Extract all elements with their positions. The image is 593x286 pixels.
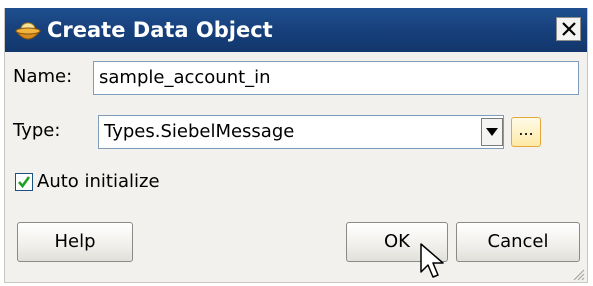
close-icon	[562, 22, 576, 36]
browse-button[interactable]: ...	[511, 117, 541, 147]
type-label: Type:	[13, 120, 61, 141]
create-data-object-dialog: Create Data Object Name: sample_account_…	[4, 8, 588, 283]
type-select[interactable]: Types.SiebelMessage	[98, 115, 504, 149]
dialog-titlebar[interactable]: Create Data Object	[5, 8, 587, 52]
auto-initialize-checkbox[interactable]	[15, 173, 33, 191]
name-label: Name:	[13, 66, 73, 87]
bowl-icon	[13, 17, 43, 43]
help-button[interactable]: Help	[17, 222, 133, 262]
auto-initialize-label: Auto initialize	[37, 171, 160, 192]
chevron-down-icon	[486, 128, 498, 136]
name-input[interactable]: sample_account_in	[93, 61, 579, 95]
dialog-title: Create Data Object	[47, 18, 273, 42]
checkmark-icon	[18, 176, 31, 189]
ok-button[interactable]: OK	[346, 222, 448, 262]
close-button[interactable]	[556, 17, 581, 41]
type-dropdown-button[interactable]	[481, 118, 503, 146]
resize-grip-icon[interactable]	[571, 266, 585, 281]
cancel-button[interactable]: Cancel	[456, 222, 580, 262]
